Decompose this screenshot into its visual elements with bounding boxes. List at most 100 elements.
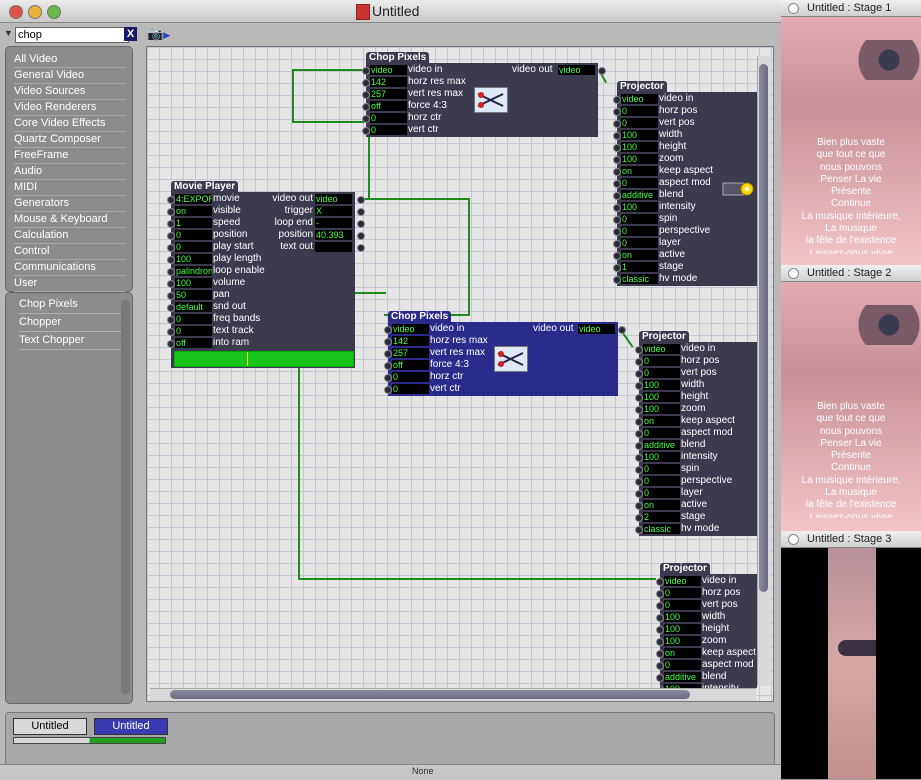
input-value[interactable]: 100 [621,202,658,212]
input-port[interactable] [613,240,621,248]
input-value[interactable]: 0 [643,368,680,378]
close-stage-button[interactable] [788,534,799,545]
horizontal-scroll-thumb[interactable] [170,690,690,699]
input-value[interactable]: 0 [621,226,658,236]
input-port[interactable] [635,454,643,462]
input-value[interactable]: 0 [621,118,658,128]
input-value[interactable]: 100 [643,404,680,414]
scene-tab-selected[interactable]: Untitled [94,718,168,735]
input-port[interactable] [384,326,392,334]
category-item[interactable]: Video Sources [14,84,126,100]
patch-cord[interactable] [362,198,470,200]
input-port[interactable] [362,79,370,87]
stage-title-bar[interactable]: Untitled : Stage 3 [781,531,921,548]
output-port[interactable] [357,196,365,204]
input-port[interactable] [656,638,664,646]
category-item[interactable]: Quartz Composer [14,132,126,148]
input-value[interactable]: on [621,250,658,260]
output-port[interactable] [357,208,365,216]
input-value[interactable]: 0 [621,178,658,188]
search-input[interactable] [15,27,129,43]
input-port[interactable] [167,256,175,264]
input-value[interactable]: on [664,648,701,658]
input-port[interactable] [635,442,643,450]
input-port[interactable] [635,514,643,522]
input-value[interactable]: 100 [643,452,680,462]
stage-title-bar[interactable]: Untitled : Stage 1 [781,0,921,17]
patch-cord[interactable] [292,69,364,71]
input-value[interactable]: 100 [175,254,212,264]
input-port[interactable] [167,292,175,300]
input-port[interactable] [613,168,621,176]
output-port[interactable] [357,232,365,240]
input-value[interactable]: video [643,344,680,354]
category-item[interactable]: FreeFrame [14,148,126,164]
category-item[interactable]: Audio [14,164,126,180]
input-port[interactable] [362,103,370,111]
input-value[interactable]: additive [664,672,701,682]
input-port[interactable] [613,228,621,236]
input-port[interactable] [613,120,621,128]
chop-pixels-module[interactable]: Chop Pixels video video in 142 horz res ma… [384,311,626,396]
playhead[interactable] [247,352,248,366]
category-item[interactable]: Control [14,244,126,260]
disclosure-triangle-icon[interactable]: ▼ [4,28,13,38]
input-port[interactable] [656,650,664,658]
input-port[interactable] [635,406,643,414]
category-item[interactable]: Core Video Effects [14,116,126,132]
title-bar[interactable]: Untitled [0,0,781,23]
input-port[interactable] [613,264,621,272]
input-value[interactable]: additive [621,190,658,200]
input-value[interactable]: 0 [370,125,407,135]
results-scrollbar[interactable] [121,300,130,694]
output-port[interactable] [598,67,606,75]
input-value[interactable]: 0 [621,214,658,224]
input-value[interactable]: 0 [175,230,212,240]
output-port[interactable] [357,220,365,228]
category-item[interactable]: Calculation [14,228,126,244]
input-value[interactable]: on [621,166,658,176]
input-port[interactable] [384,362,392,370]
input-port[interactable] [635,346,643,354]
input-port[interactable] [613,180,621,188]
patch-cord[interactable] [368,131,370,199]
input-value[interactable]: 0 [370,113,407,123]
input-port[interactable] [656,578,664,586]
input-value[interactable]: 2 [643,512,680,522]
input-port[interactable] [635,358,643,366]
input-value[interactable]: default [175,302,212,312]
input-port[interactable] [656,590,664,598]
input-value[interactable]: 100 [643,392,680,402]
input-port[interactable] [613,216,621,224]
projector-module[interactable]: Projector video video in 0 horz pos 0 vert … [635,331,757,536]
input-port[interactable] [613,156,621,164]
input-port[interactable] [167,328,175,336]
input-value[interactable]: 0 [175,326,212,336]
input-value[interactable]: video [664,576,701,586]
category-item[interactable]: Video Renderers [14,100,126,116]
input-value[interactable]: 0 [175,242,212,252]
input-port[interactable] [635,370,643,378]
close-window-button[interactable] [9,5,23,19]
input-value[interactable]: 100 [621,154,658,164]
input-value[interactable]: off [175,338,212,348]
output-port[interactable] [357,244,365,252]
camera-icon[interactable]: 📷▶ [147,26,170,42]
input-port[interactable] [384,374,392,382]
input-port[interactable] [384,386,392,394]
input-value[interactable]: on [175,206,212,216]
input-port[interactable] [613,132,621,140]
input-port[interactable] [635,430,643,438]
input-port[interactable] [167,304,175,312]
input-port[interactable] [362,67,370,75]
input-port[interactable] [635,490,643,498]
input-value[interactable]: 100 [664,624,701,634]
input-port[interactable] [656,614,664,622]
input-port[interactable] [613,96,621,104]
input-value[interactable]: 0 [392,384,429,394]
movie-player-module[interactable]: Movie Player 4:EXPOR movie on visible 1 spe… [167,181,365,368]
chop-pixels-module[interactable]: Chop Pixels video video in 142 horz res ma… [362,52,606,137]
input-value[interactable]: 1 [621,262,658,272]
input-value[interactable]: 50 [175,290,212,300]
input-value[interactable]: 0 [392,372,429,382]
